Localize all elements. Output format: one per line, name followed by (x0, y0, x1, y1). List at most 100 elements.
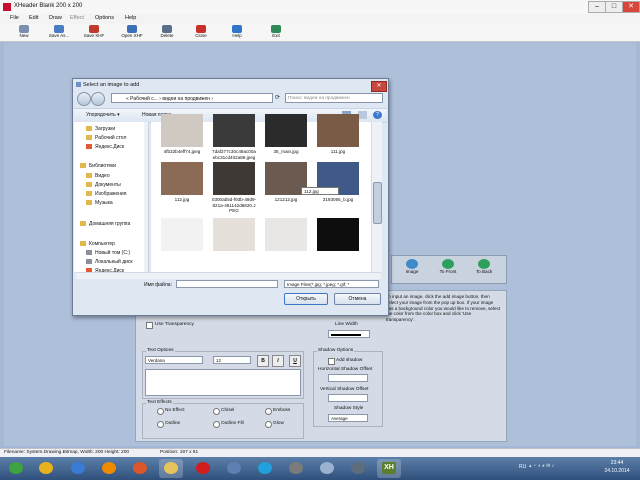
image-thumbnail[interactable] (213, 218, 255, 251)
taskbar-button[interactable] (346, 459, 370, 478)
font-select[interactable]: Verdana (145, 356, 203, 364)
underline-button[interactable]: U (289, 355, 301, 367)
clock-time[interactable]: 23:44 (600, 460, 634, 466)
file-name[interactable]: 111.jpg (315, 149, 361, 155)
new-button[interactable]: New (9, 24, 39, 41)
horizontal-scrollbar[interactable] (76, 272, 381, 279)
file-list[interactable]: 4fb32b4eff74.jpeg 7daf277c30c49ac00aebc31… (151, 114, 371, 272)
outline-radio[interactable] (157, 421, 164, 428)
menu-file[interactable]: File (10, 15, 19, 21)
nav-item-2[interactable]: Яндекс.Диск (86, 144, 124, 150)
language-indicator[interactable]: RU (519, 464, 526, 470)
menu-draw[interactable]: Draw (49, 15, 62, 21)
menu-help[interactable]: Help (125, 15, 136, 21)
help-button[interactable]: Help (222, 24, 252, 41)
italic-button[interactable]: I (272, 355, 284, 367)
image-thumbnail[interactable] (161, 162, 203, 195)
file-name[interactable]: 7daf277c30c49ac00aebc31cd402a89.jpeg (211, 149, 257, 160)
close-window-button[interactable]: ✕ (622, 1, 640, 13)
filename-input[interactable] (176, 280, 278, 288)
cancel-button[interactable]: Отмена (334, 293, 381, 305)
bold-button[interactable]: B (257, 355, 269, 367)
scrollbar-thumb[interactable] (373, 182, 382, 224)
emboss-radio[interactable] (265, 408, 272, 415)
text-input[interactable] (145, 369, 301, 396)
image-thumbnail[interactable] (317, 218, 359, 251)
h-offset-stepper[interactable] (328, 374, 368, 382)
delete-button[interactable]: Delete (152, 24, 182, 41)
open-xhf-button[interactable]: Open XHF (117, 24, 147, 41)
file-name[interactable]: 3193065_b.jpg (315, 197, 361, 203)
open-button[interactable]: Открыть (284, 293, 328, 305)
image-thumbnail[interactable] (317, 114, 359, 147)
media-icon (133, 462, 147, 474)
file-name[interactable]: 0300ab5d-f93b-49d9-821a-461142d6820.JPEG (211, 197, 257, 214)
to-front-button[interactable]: To Front (432, 258, 464, 280)
taskbar-button[interactable] (97, 459, 121, 478)
nav-item-3[interactable]: Библиотеки (80, 163, 116, 169)
refresh-icon[interactable]: ⟳ (275, 93, 283, 103)
save-xhf-button[interactable]: Save XHF (79, 24, 109, 41)
shadow-style-select[interactable]: Average (328, 414, 368, 422)
maximize-button[interactable]: □ (605, 1, 623, 13)
use-transparency-checkbox[interactable] (146, 322, 153, 329)
file-type-select[interactable]: Image Files(*.jpg; *.jpeg; *.gif; * (284, 280, 379, 288)
font-size-select[interactable]: 12 (213, 356, 251, 364)
dialog-close-button[interactable]: ✕ (371, 81, 387, 92)
no-effect-radio[interactable] (157, 408, 164, 415)
nav-item-10[interactable]: Новый том (C:) (86, 250, 130, 256)
taskbar-button[interactable] (66, 459, 90, 478)
menu-effect[interactable]: Effect (70, 15, 84, 21)
nav-item-8[interactable]: Домашняя группа (80, 221, 130, 227)
taskbar-button[interactable] (4, 459, 28, 478)
file-name[interactable]: 112.jpg (159, 197, 205, 203)
taskbar-button[interactable] (191, 459, 215, 478)
clock-date[interactable]: 24.10.2014 (596, 468, 638, 474)
image-thumbnail[interactable] (213, 114, 255, 147)
nav-scrollbar[interactable] (144, 122, 148, 272)
menu-options[interactable]: Options (95, 15, 114, 21)
add-shadow-checkbox[interactable] (328, 358, 335, 365)
glow-radio[interactable] (265, 421, 272, 428)
nav-item-6[interactable]: Изображения (86, 191, 126, 197)
exit-button[interactable]: Exit (261, 24, 291, 41)
taskbar-button[interactable]: XH (377, 459, 401, 478)
nav-item-1[interactable]: Рабочий стол (86, 135, 126, 141)
nav-item-5[interactable]: Документы (86, 182, 121, 188)
minimize-button[interactable]: – (588, 1, 606, 13)
taskbar-button[interactable] (128, 459, 152, 478)
file-name[interactable]: 35_main.jpg (263, 149, 309, 155)
preview-pane-icon[interactable] (358, 111, 367, 119)
outline-fill-radio[interactable] (213, 421, 220, 428)
nav-item-9[interactable]: Компьютер (80, 241, 115, 247)
close-button[interactable]: Close (186, 24, 216, 41)
taskbar-button[interactable] (253, 459, 277, 478)
taskbar-button[interactable] (159, 459, 183, 478)
file-name[interactable]: 121212.jpg (263, 197, 309, 203)
image-thumbnail[interactable] (161, 218, 203, 251)
image-button[interactable]: Image (396, 258, 428, 280)
file-name[interactable]: 4fb32b4eff74.jpeg (159, 149, 205, 155)
taskbar-button[interactable] (284, 459, 308, 478)
nav-item-4[interactable]: Видео (86, 173, 110, 179)
nav-item-0[interactable]: Загрузки (86, 126, 115, 132)
nav-item-7[interactable]: Музыка (86, 200, 113, 206)
menu-edit[interactable]: Edit (29, 15, 38, 21)
v-offset-stepper[interactable] (328, 394, 368, 402)
save-as-button[interactable]: Save As... (44, 24, 74, 41)
image-thumbnail[interactable] (213, 162, 255, 195)
taskbar-button[interactable] (315, 459, 339, 478)
taskbar-button[interactable] (222, 459, 246, 478)
chisel-radio[interactable] (213, 408, 220, 415)
search-input[interactable]: Поиск: видеи на продвижен (285, 93, 383, 103)
file-list-scrollbar[interactable] (371, 122, 382, 272)
to-back-button[interactable]: To Back (468, 258, 500, 280)
taskbar-button[interactable] (34, 459, 58, 478)
line-width-select[interactable] (328, 330, 370, 338)
image-thumbnail[interactable] (265, 218, 307, 251)
help-icon[interactable]: ? (373, 111, 382, 119)
nav-item-11[interactable]: Локальный диск (86, 259, 133, 265)
image-thumbnail[interactable] (161, 114, 203, 147)
image-thumbnail[interactable] (265, 114, 307, 147)
tray-icons[interactable]: ▴ ◔ ◑ ◕ ✉ ♪ (529, 463, 599, 473)
